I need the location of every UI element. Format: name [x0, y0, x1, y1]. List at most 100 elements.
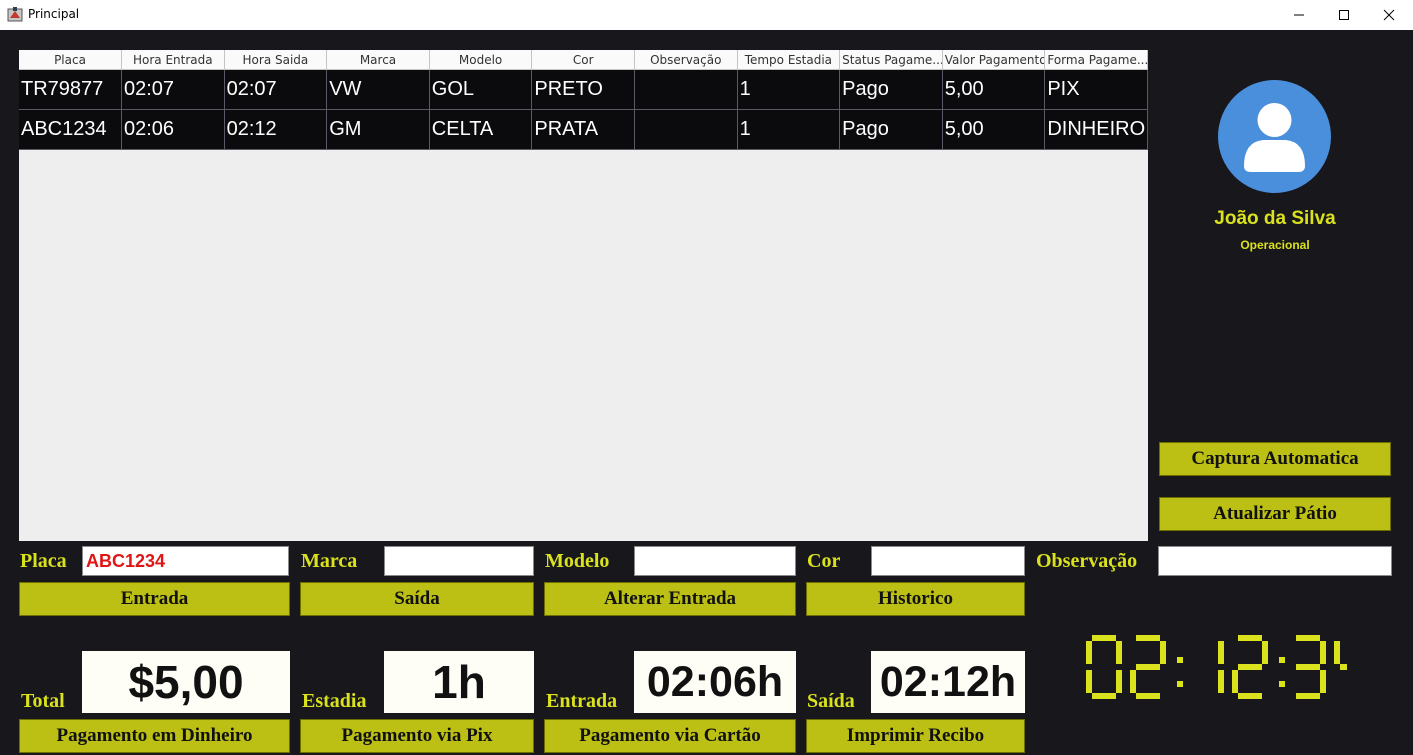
clock-digit-segment — [1340, 664, 1347, 670]
clock-digit-segment — [1086, 641, 1092, 664]
historico-button[interactable]: Historico — [806, 582, 1025, 616]
clock-digit-segment — [1160, 641, 1166, 664]
user-name: João da Silva — [1214, 208, 1336, 229]
user-role: Operacional — [1240, 238, 1310, 252]
table-cell: 02:06 — [122, 110, 225, 149]
clock-digit-segment — [1262, 641, 1268, 664]
table-cell: 5,00 — [943, 110, 1046, 149]
user-icon — [1244, 103, 1305, 172]
clock-digit-segment — [1296, 635, 1320, 641]
clock-digit-segment — [1238, 635, 1262, 641]
cor-label: Cor — [807, 550, 841, 572]
close-icon — [1383, 9, 1395, 21]
maximize-button[interactable] — [1321, 0, 1367, 30]
table-cell: 1 — [738, 70, 841, 109]
marca-label: Marca — [301, 550, 358, 572]
column-header[interactable]: Cor — [532, 50, 635, 70]
table-cell: Pago — [840, 110, 943, 149]
minimize-icon — [1294, 14, 1304, 16]
column-header[interactable]: Hora Entrada — [122, 50, 225, 70]
clock-colon-dot — [1279, 657, 1285, 663]
table-row[interactable]: TR79877 02:07 02:07 VW GOL PRETO 1 Pago … — [19, 70, 1148, 110]
clock-colon-dot — [1177, 657, 1183, 663]
table-cell: GM — [327, 110, 430, 149]
clock-digit-segment — [1130, 670, 1136, 693]
table-header: Placa Hora Entrada Hora Saida Marca Mode… — [19, 50, 1148, 70]
total-label: Total — [21, 690, 65, 712]
column-header[interactable]: Placa — [19, 50, 122, 70]
close-button[interactable] — [1366, 0, 1412, 30]
observacao-label: Observação — [1036, 550, 1138, 572]
title-bar: Principal — [0, 0, 1413, 30]
table-cell: 1 — [738, 110, 841, 149]
clock-digit-segment — [1296, 664, 1320, 670]
clock-digit-segment — [1116, 641, 1122, 664]
entrada-time-label: Entrada — [546, 690, 618, 712]
pay-cash-button[interactable]: Pagamento em Dinheiro — [19, 719, 290, 753]
column-header[interactable]: Forma Pagame... — [1045, 50, 1148, 70]
total-value: $5,00 — [82, 651, 290, 713]
minimize-button[interactable] — [1276, 0, 1322, 30]
clock-digit-segment — [1092, 693, 1116, 699]
table-cell: DINHEIRO — [1045, 110, 1148, 149]
table-cell: 5,00 — [943, 70, 1046, 109]
pay-pix-button[interactable]: Pagamento via Pix — [300, 719, 534, 753]
table-cell: GOL — [430, 70, 533, 109]
table-cell: CELTA — [430, 110, 533, 149]
table-cell: 02:07 — [225, 70, 328, 109]
print-receipt-button[interactable]: Imprimir Recibo — [806, 719, 1025, 753]
clock-colon-dot — [1177, 681, 1183, 687]
table-cell: VW — [327, 70, 430, 109]
pay-card-button[interactable]: Pagamento via Cartão — [544, 719, 796, 753]
java-app-icon — [7, 7, 23, 22]
table-cell: PIX — [1045, 70, 1148, 109]
marca-input[interactable] — [384, 546, 534, 576]
modelo-input[interactable] — [634, 546, 796, 576]
table-cell — [635, 110, 738, 149]
column-header[interactable]: Hora Saida — [225, 50, 328, 70]
window-title: Principal — [28, 7, 80, 21]
table-cell: 02:12 — [225, 110, 328, 149]
clock-digit-segment — [1136, 693, 1160, 699]
saida-time-label: Saída — [807, 690, 855, 712]
parking-table[interactable]: Placa Hora Entrada Hora Saida Marca Mode… — [19, 50, 1148, 541]
clock-digit-segment — [1320, 670, 1326, 693]
capture-automatic-button[interactable]: Captura Automatica — [1159, 442, 1391, 476]
modelo-label: Modelo — [545, 550, 610, 572]
placa-input[interactable]: ABC1234 — [82, 546, 289, 576]
entrada-button[interactable]: Entrada — [19, 582, 290, 616]
cor-input[interactable] — [871, 546, 1025, 576]
clock-digit-segment — [1232, 670, 1238, 693]
clock-colon-dot — [1279, 681, 1285, 687]
placa-label: Placa — [20, 550, 67, 572]
observacao-input[interactable] — [1158, 546, 1392, 576]
alterar-entrada-button[interactable]: Alterar Entrada — [544, 582, 796, 616]
clock-digit-segment — [1136, 664, 1160, 670]
estadia-value: 1h — [384, 651, 534, 713]
clock-digit-segment — [1238, 693, 1262, 699]
estadia-label: Estadia — [302, 690, 367, 712]
column-header[interactable]: Status Pagame... — [840, 50, 943, 70]
clock-digit-segment — [1334, 641, 1340, 664]
clock-digit-segment — [1296, 693, 1320, 699]
digital-clock — [1086, 635, 1347, 699]
column-header[interactable]: Valor Pagamento — [943, 50, 1046, 70]
column-header[interactable]: Modelo — [430, 50, 533, 70]
table-cell: PRATA — [532, 110, 635, 149]
clock-digit-segment — [1320, 641, 1326, 664]
clock-digit-segment — [1238, 664, 1262, 670]
table-cell: ABC1234 — [19, 110, 122, 149]
refresh-yard-button[interactable]: Atualizar Pátio — [1159, 497, 1391, 531]
saida-button[interactable]: Saída — [300, 582, 534, 616]
column-header[interactable]: Observação — [635, 50, 738, 70]
table-row[interactable]: ABC1234 02:06 02:12 GM CELTA PRATA 1 Pag… — [19, 110, 1148, 150]
avatar — [1218, 80, 1331, 193]
clock-digit-segment — [1218, 641, 1224, 664]
maximize-icon — [1339, 10, 1349, 20]
clock-digit-segment — [1092, 635, 1116, 641]
column-header[interactable]: Marca — [327, 50, 430, 70]
column-header[interactable]: Tempo Estadia — [738, 50, 841, 70]
clock-digit-segment — [1218, 670, 1224, 693]
clock-digit-segment — [1086, 670, 1092, 693]
table-cell — [635, 70, 738, 109]
